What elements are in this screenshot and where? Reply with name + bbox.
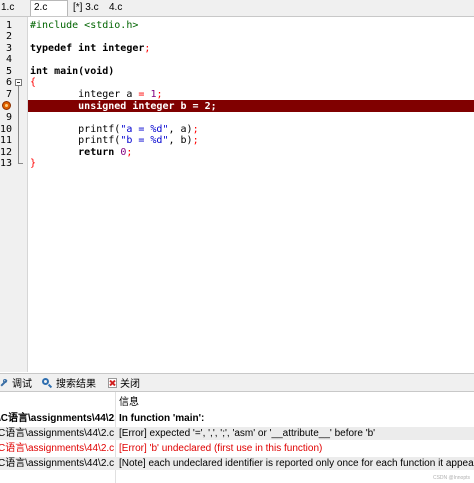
line-number: 1 <box>5 20 12 31</box>
log-message: [Error] expected '=', ',', ';', 'asm' or… <box>119 428 376 439</box>
fold-guide <box>18 86 19 163</box>
error-line-number: 8 <box>0 101 12 112</box>
compile-log-panel: 信息 \C语言\assignments\44\2.c In function '… <box>0 392 474 483</box>
line-number-gutter: 1 2 3 4 5 6 7 9 10 11 12 13 8 <box>0 17 28 372</box>
code-token: integer a <box>30 89 139 100</box>
fold-end-marker <box>18 163 23 164</box>
code-line[interactable]: typedef int integer; <box>30 43 150 54</box>
fold-toggle-icon[interactable] <box>15 79 22 86</box>
debug-icon <box>0 378 9 388</box>
code-line[interactable]: } <box>30 158 36 169</box>
tab-debug[interactable]: 调试 <box>0 374 32 391</box>
code-token: } <box>30 158 37 169</box>
log-header-row: 信息 <box>0 396 474 409</box>
line-number: 5 <box>5 66 12 77</box>
log-message: [Note] each undeclared identifier is rep… <box>119 458 474 469</box>
code-line[interactable]: printf("b = %d", b); <box>30 135 199 146</box>
code-line[interactable]: int main(void) <box>30 66 114 77</box>
code-line-error[interactable]: unsigned integer b = 2; <box>30 101 217 112</box>
line-number: 10 <box>0 124 13 135</box>
log-row[interactable]: \C语言\assignments\44\2.c In function 'mai… <box>0 412 474 425</box>
line-number: 6 <box>5 77 12 88</box>
log-file: C语言\assignments\44\2.c <box>0 443 115 454</box>
log-file: C语言\assignments\44\2.c <box>0 428 115 439</box>
log-file: C语言\assignments\44\2.c <box>0 458 115 469</box>
code-token: ; <box>126 147 133 158</box>
line-number: 9 <box>5 112 12 123</box>
ide-window: 1.c 2.c [*] 3.c 4.c 1 2 3 4 5 6 7 9 10 1… <box>0 0 474 483</box>
line-number: 12 <box>0 147 13 158</box>
code-token: int main(void) <box>30 66 115 77</box>
code-line[interactable]: { <box>30 77 36 88</box>
code-token: typedef int integer <box>30 43 145 54</box>
line-number: 2 <box>5 31 12 42</box>
line-number: 7 <box>5 89 12 100</box>
code-token: , b) <box>168 135 193 146</box>
tab-2c[interactable]: 2.c <box>30 0 68 16</box>
file-tab-bar: 1.c 2.c [*] 3.c 4.c <box>0 0 474 17</box>
code-token: #include <stdio.h> <box>30 20 139 31</box>
tab-close-label: 关闭 <box>120 379 140 390</box>
code-token: ; <box>192 135 199 146</box>
tab-debug-label: 调试 <box>12 379 32 390</box>
log-message: [Error] 'b' undeclared (first use in thi… <box>119 443 323 454</box>
code-token: unsigned integer b = 2; <box>30 101 217 112</box>
code-token: { <box>30 77 37 88</box>
code-line[interactable]: printf("a = %d", a); <box>30 124 199 135</box>
log-row[interactable]: C语言\assignments\44\2.c [Note] each undec… <box>0 457 474 470</box>
tab-search-results[interactable]: 搜索结果 <box>42 374 96 391</box>
bottom-panel-tabs: 调试 搜索结果 关闭 <box>0 373 474 392</box>
tab-4c[interactable]: 4.c <box>106 1 136 15</box>
log-row[interactable]: C语言\assignments\44\2.c [Error] expected … <box>0 427 474 440</box>
line-number: 13 <box>0 158 13 169</box>
tab-3c[interactable]: [*] 3.c <box>70 1 104 15</box>
code-token: return <box>30 147 121 158</box>
code-token: ; <box>144 43 151 54</box>
log-file: \C语言\assignments\44\2.c <box>0 413 115 424</box>
code-token: "a = %d" <box>120 124 169 135</box>
code-token: printf( <box>30 124 121 135</box>
code-token: ; <box>156 89 163 100</box>
close-icon <box>108 377 117 388</box>
tab-1c[interactable]: 1.c <box>0 1 28 15</box>
search-icon <box>42 377 53 388</box>
code-token: "b = %d" <box>120 135 169 146</box>
code-token: ; <box>192 124 199 135</box>
tab-close[interactable]: 关闭 <box>108 374 140 391</box>
line-number: 4 <box>5 54 12 65</box>
line-number: 11 <box>0 135 13 146</box>
tab-search-results-label: 搜索结果 <box>56 379 96 390</box>
code-line[interactable]: #include <stdio.h> <box>30 20 138 31</box>
line-number: 3 <box>5 43 12 54</box>
code-editor[interactable]: 1 2 3 4 5 6 7 9 10 11 12 13 8 #include <… <box>0 17 474 372</box>
watermark: CSDN @Innopts <box>432 475 470 481</box>
code-token: , a) <box>168 124 193 135</box>
log-header-message: 信息 <box>119 397 139 408</box>
code-line[interactable]: return 0; <box>30 147 132 158</box>
code-token: printf( <box>30 135 121 146</box>
code-line[interactable]: integer a = 1; <box>30 89 163 100</box>
log-message: In function 'main': <box>119 413 205 424</box>
log-row[interactable]: C语言\assignments\44\2.c [Error] 'b' undec… <box>0 442 474 455</box>
